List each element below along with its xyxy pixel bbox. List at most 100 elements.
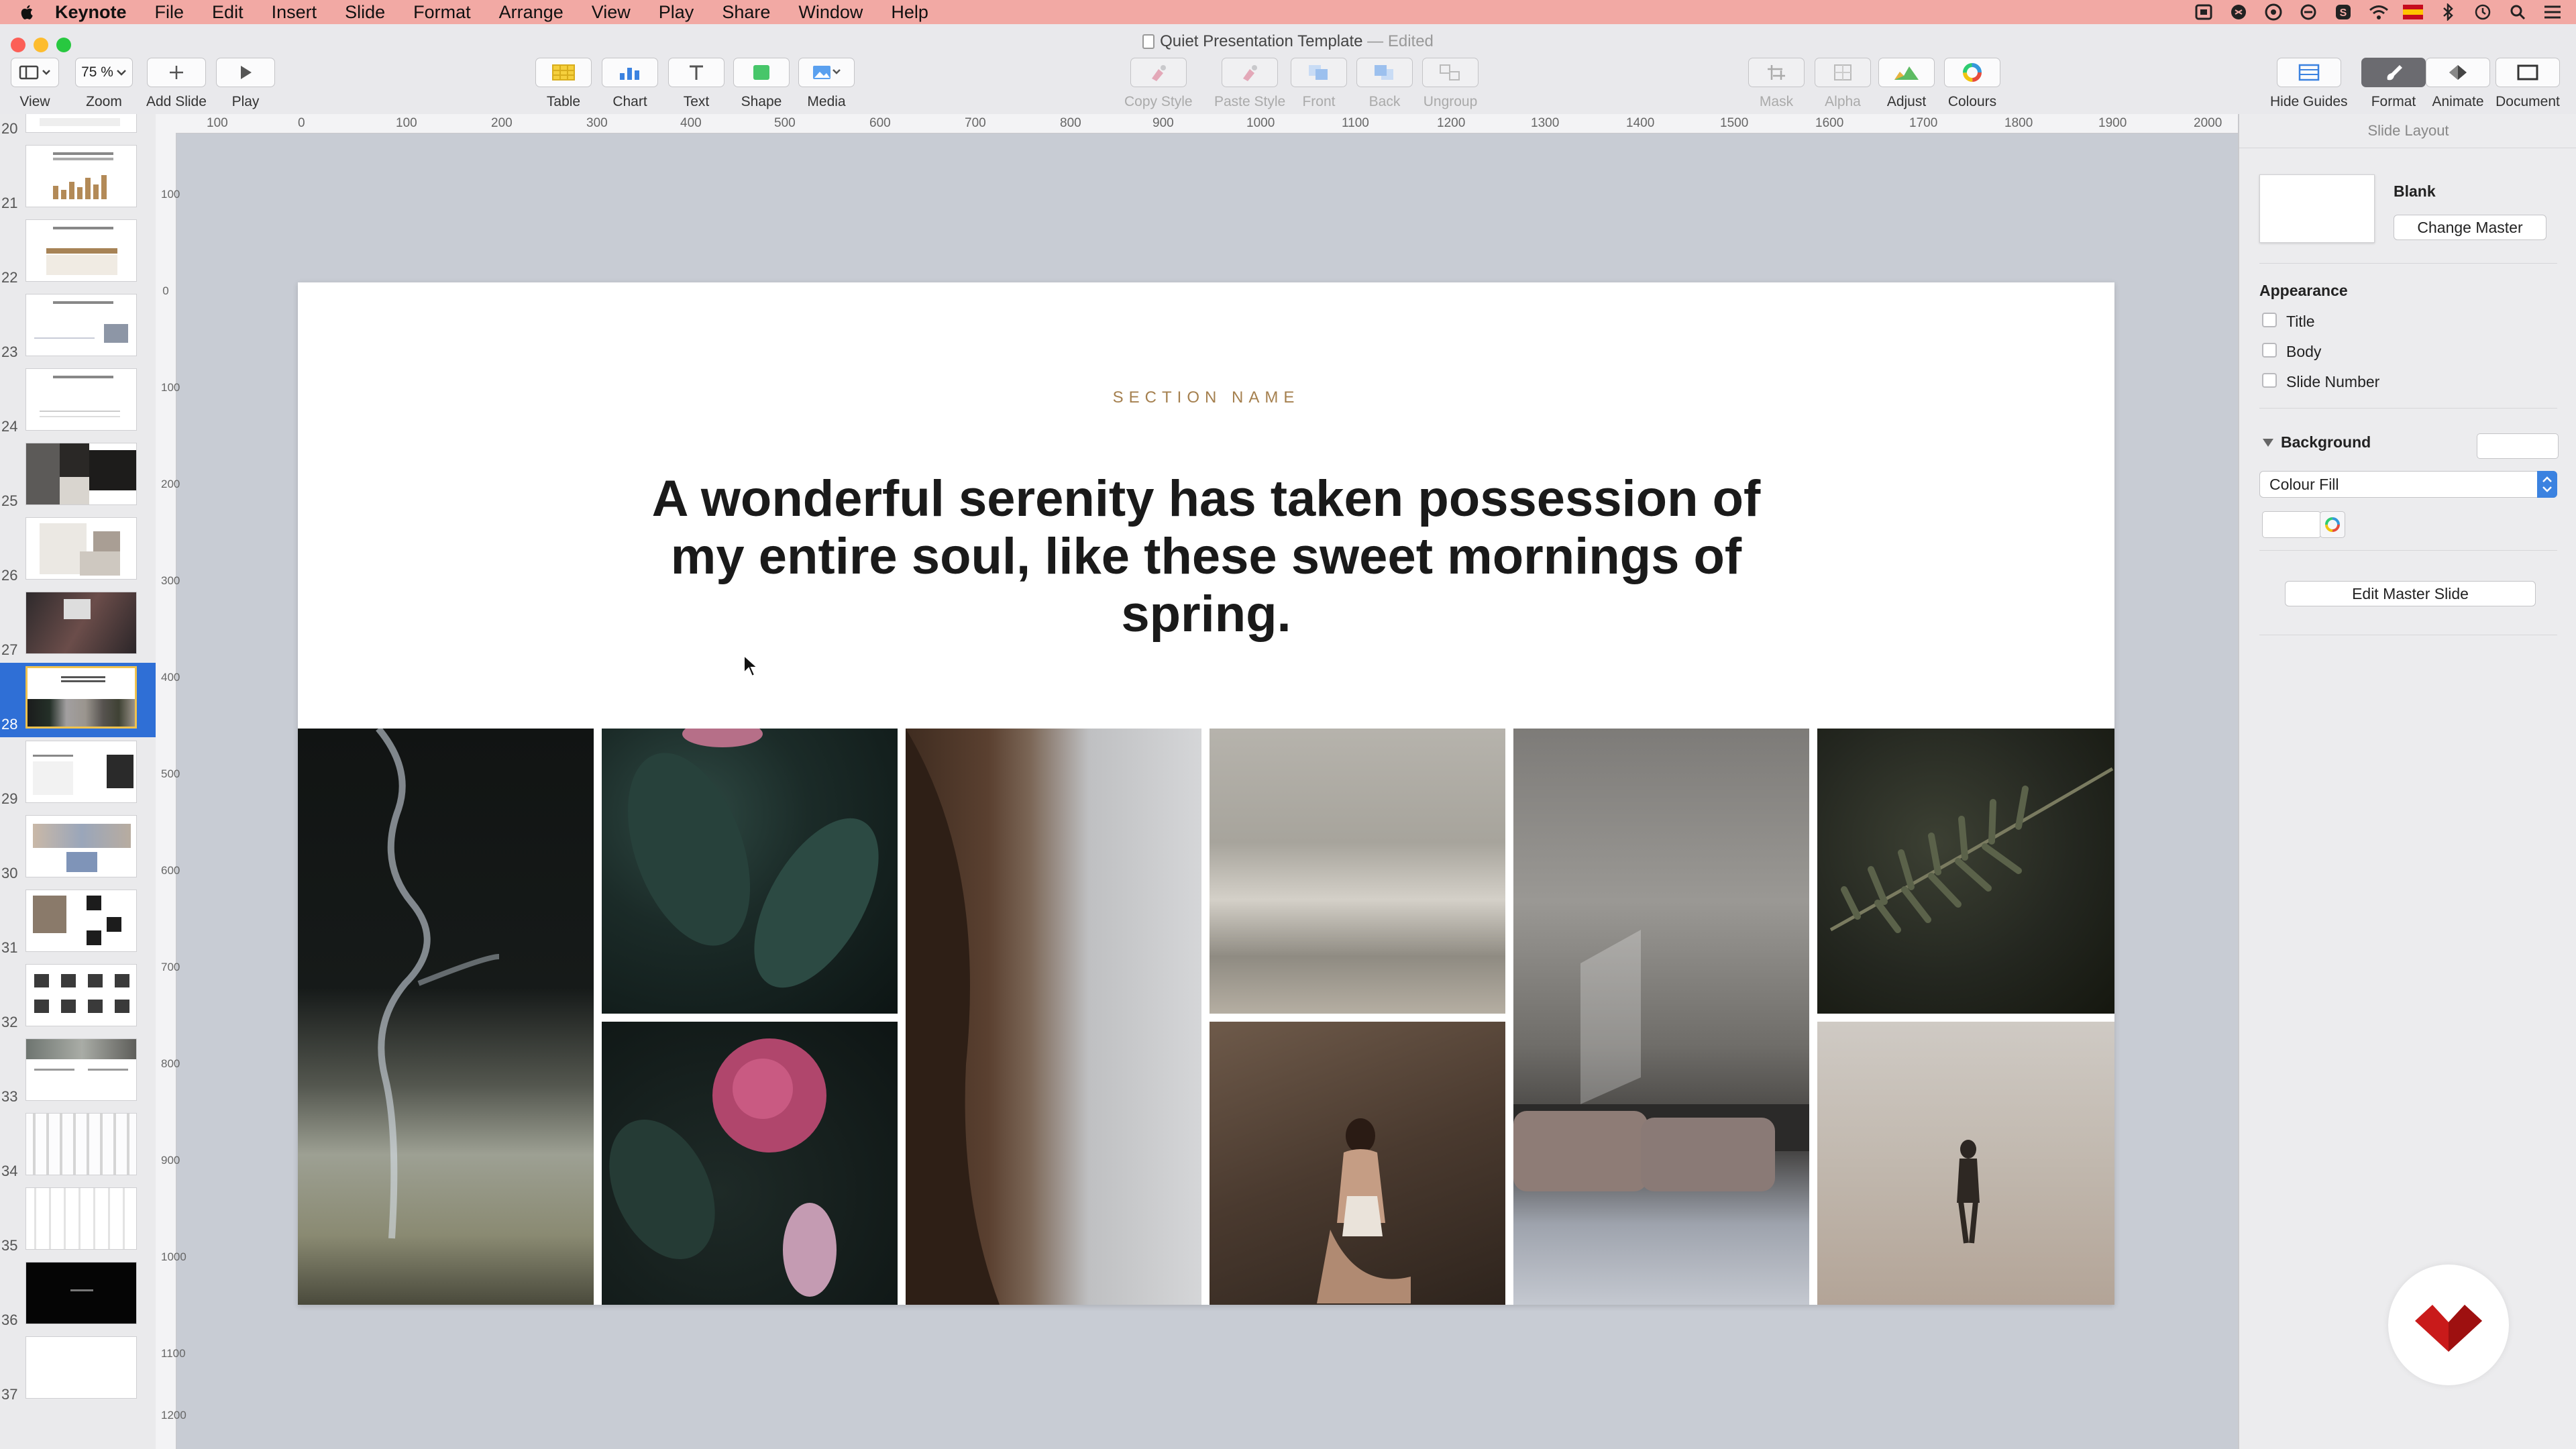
zoom-control[interactable]: 75 % Zoom — [75, 58, 133, 110]
adjust-button[interactable]: Adjust — [1878, 58, 1935, 110]
menu-play[interactable]: Play — [659, 2, 694, 23]
plus-icon — [146, 58, 206, 87]
ruler-label: 1600 — [1815, 116, 1844, 130]
menu-window[interactable]: Window — [798, 2, 863, 23]
colours-button[interactable]: Colours — [1944, 58, 2000, 110]
smoke-photo[interactable] — [298, 729, 594, 1305]
beach-figure-photo[interactable] — [1817, 1022, 2114, 1305]
shape-icon — [733, 58, 790, 87]
menu-help[interactable]: Help — [891, 2, 928, 23]
media-button[interactable]: Media — [798, 58, 855, 110]
slide-thumbnail-28[interactable]: 28 — [0, 663, 156, 737]
section-name[interactable]: SECTION NAME — [298, 388, 2114, 407]
slide-thumbnail-23[interactable]: 23 — [0, 290, 156, 365]
slide-thumbnail-33[interactable]: 33 — [0, 1035, 156, 1110]
body-checkbox[interactable] — [2262, 343, 2277, 358]
background-heading[interactable]: Background — [2281, 433, 2371, 451]
menu-arrange[interactable]: Arrange — [499, 2, 564, 23]
shape-button[interactable]: Shape — [733, 58, 790, 110]
title-option-label: Title — [2286, 313, 2315, 330]
change-master-button[interactable]: Change Master — [2394, 215, 2546, 240]
document-button[interactable]: Document — [2496, 58, 2560, 110]
apple-icon[interactable] — [19, 3, 36, 21]
slide-thumbnail-20[interactable]: 20 — [0, 114, 156, 142]
slide-number-checkbox[interactable] — [2262, 373, 2277, 388]
slide-thumbnail-26[interactable]: 26 — [0, 514, 156, 588]
master-preview[interactable] — [2259, 174, 2375, 243]
chart-label: Chart — [612, 94, 647, 109]
fill-colour-well[interactable] — [2262, 511, 2321, 538]
ruler-label: 500 — [161, 767, 180, 780]
wifi-icon[interactable] — [2368, 3, 2388, 21]
ruler-label: 1400 — [1626, 116, 1655, 130]
leaves-photo[interactable] — [602, 729, 898, 1014]
back-button[interactable]: Back — [1356, 58, 1413, 110]
copy-style-button[interactable]: Copy Style — [1124, 58, 1193, 110]
waves-photo[interactable] — [1210, 729, 1505, 1014]
table-button[interactable]: Table — [535, 58, 592, 110]
slide-thumbnail-22[interactable]: 22 — [0, 216, 156, 290]
slide-thumbnail-35[interactable]: 35 — [0, 1184, 156, 1258]
menu-slide[interactable]: Slide — [345, 2, 385, 23]
add-slide-button[interactable]: Add Slide — [146, 58, 207, 110]
slide-thumbnail-32[interactable]: 32 — [0, 961, 156, 1035]
menu-keynote[interactable]: Keynote — [55, 2, 127, 23]
vpn-icon[interactable] — [2298, 3, 2318, 21]
colour-picker-button[interactable] — [2320, 511, 2345, 538]
menu-share[interactable]: Share — [722, 2, 770, 23]
background-colour-swatch[interactable] — [2477, 433, 2559, 459]
adjust-label: Adjust — [1886, 94, 1927, 109]
mask-label: Mask — [1759, 94, 1794, 109]
ruler-label: 1000 — [161, 1250, 186, 1263]
tool-app-icon[interactable] — [2263, 3, 2284, 21]
slide-thumbnail-27[interactable]: 27 — [0, 588, 156, 663]
ruler-label: 1300 — [1531, 116, 1560, 130]
chart-button[interactable]: Chart — [602, 58, 658, 110]
rose-photo[interactable] — [602, 1022, 898, 1305]
disclosure-triangle-icon[interactable] — [2262, 437, 2274, 448]
slide-canvas[interactable]: SECTION NAME A wonderful serenity has ta… — [298, 282, 2114, 1305]
edit-master-slide-button[interactable]: Edit Master Slide — [2285, 581, 2536, 606]
screen-record-icon[interactable] — [2194, 3, 2214, 21]
slide-thumbnail-31[interactable]: 31 — [0, 886, 156, 961]
slide-thumbnail-29[interactable]: 29 — [0, 737, 156, 812]
slide-thumbnail-37[interactable]: 37 — [0, 1333, 156, 1407]
fill-type-select[interactable]: Colour Fill — [2259, 471, 2557, 498]
view-button[interactable]: View — [11, 58, 59, 110]
menu-view[interactable]: View — [592, 2, 631, 23]
play-button[interactable]: Play — [216, 58, 275, 110]
bluetooth-app-icon[interactable] — [2229, 3, 2249, 21]
alpha-button[interactable]: Alpha — [1815, 58, 1871, 110]
paste-style-button[interactable]: Paste Style — [1214, 58, 1285, 110]
skype-icon[interactable]: S — [2333, 3, 2353, 21]
slide-thumbnail-25[interactable]: 25 — [0, 439, 156, 514]
time-machine-icon[interactable] — [2473, 3, 2493, 21]
text-button[interactable]: Text — [668, 58, 724, 110]
ungroup-button[interactable]: Ungroup — [1422, 58, 1479, 110]
flag-icon[interactable] — [2403, 3, 2423, 21]
hide-guides-button[interactable]: Hide Guides — [2270, 58, 2348, 110]
title-checkbox[interactable] — [2262, 313, 2277, 327]
spotlight-icon[interactable] — [2508, 3, 2528, 21]
format-button[interactable]: Format — [2361, 58, 2426, 110]
menu-format[interactable]: Format — [413, 2, 471, 23]
bed-photo[interactable] — [1513, 729, 1809, 1305]
slide-thumbnail-24[interactable]: 24 — [0, 365, 156, 439]
slide-thumbnail-36[interactable]: 36 — [0, 1258, 156, 1333]
menu-file[interactable]: File — [155, 2, 184, 23]
fern-photo[interactable] — [1817, 729, 2114, 1014]
document-setup-icon — [2496, 58, 2560, 87]
bluetooth-icon[interactable] — [2438, 3, 2458, 21]
slide-headline[interactable]: A wonderful serenity has taken possessio… — [633, 470, 1779, 643]
menu-insert[interactable]: Insert — [272, 2, 317, 23]
woman-on-rock-photo[interactable] — [1210, 1022, 1505, 1305]
slide-thumbnail-34[interactable]: 34 — [0, 1110, 156, 1184]
control-icon[interactable] — [2542, 3, 2563, 21]
front-button[interactable]: Front — [1291, 58, 1347, 110]
slide-thumbnail-21[interactable]: 21 — [0, 142, 156, 216]
menu-edit[interactable]: Edit — [212, 2, 244, 23]
mask-button[interactable]: Mask — [1748, 58, 1805, 110]
slide-thumbnail-30[interactable]: 30 — [0, 812, 156, 886]
animate-button[interactable]: Animate — [2426, 58, 2490, 110]
hair-photo[interactable] — [906, 729, 1201, 1305]
